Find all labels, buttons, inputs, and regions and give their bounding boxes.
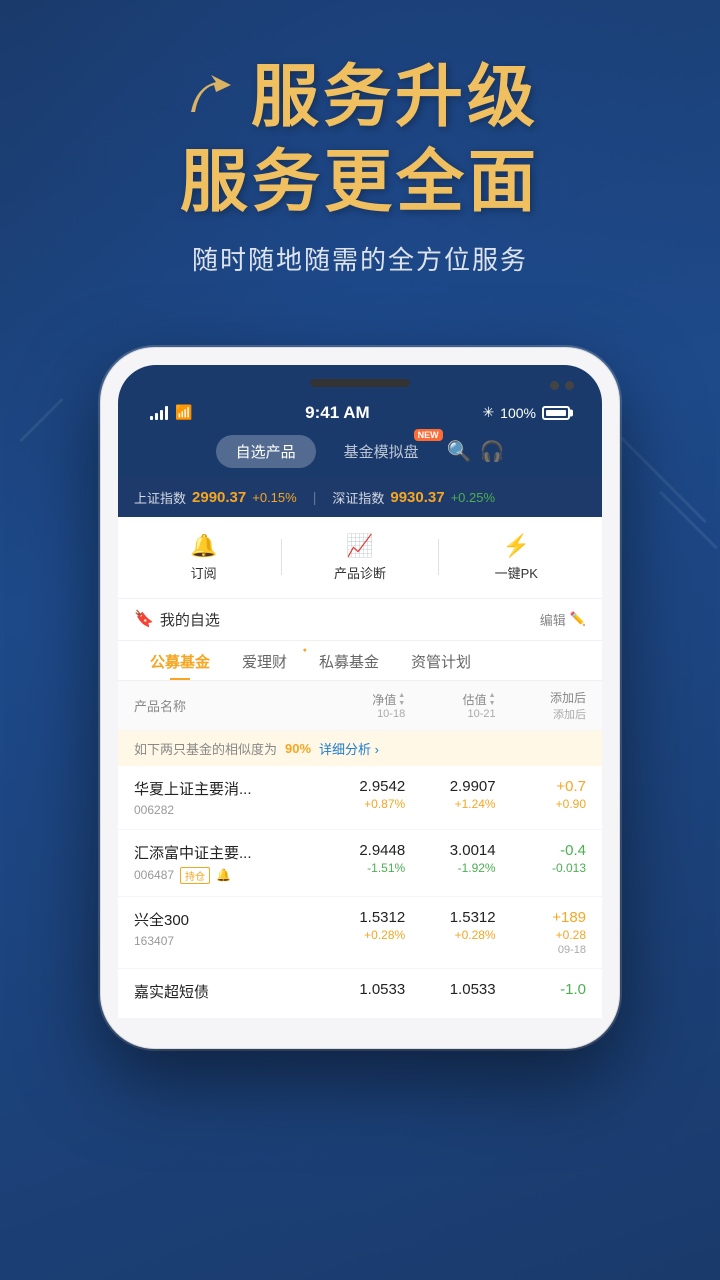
shenzhen-change: +0.25% — [451, 490, 495, 505]
col-nav-header[interactable]: 净值 ▲▼ 10-18 — [315, 691, 405, 720]
status-right: ✳ 100% — [482, 404, 570, 421]
hero-section: 服务升级 服务更全面 随时随地随需的全方位服务 — [0, 0, 720, 347]
col-est-header[interactable]: 估值 ▲▼ 10-21 — [405, 691, 495, 720]
app-tab-bar: 自选产品 基金模拟盘 NEW 🔍 🎧 — [138, 427, 582, 478]
action-divider-1 — [281, 539, 282, 575]
fund-code-2: 006487 — [134, 868, 174, 882]
hero-line1: 服务升级 — [251, 60, 539, 135]
fund-code-1: 006282 — [134, 803, 174, 817]
search-icon[interactable]: 🔍 — [447, 439, 472, 464]
battery-icon — [542, 406, 570, 420]
wifi-icon: 📶 — [175, 404, 192, 421]
pk-label: 一键PK — [495, 563, 538, 582]
signal-bars-icon — [150, 406, 168, 420]
table-header-row: 产品名称 净值 ▲▼ 10-18 估值 ▲▼ 1 — [118, 681, 602, 731]
market-ticker: 上证指数 2990.37 +0.15% | 深证指数 9930.37 +0.25… — [118, 478, 602, 517]
phone-notch: 📶 9:41 AM ✳ 100% 自选产品 基金模拟盘 — [118, 365, 602, 478]
watchlist-title-text: 我的自选 — [160, 609, 220, 630]
phone-mockup: 📶 9:41 AM ✳ 100% 自选产品 基金模拟盘 — [0, 347, 720, 1049]
shenzhen-index: 深证指数 9930.37 +0.25% — [332, 488, 495, 507]
fund-badge-2: 持仓 — [180, 867, 210, 884]
headset-icon[interactable]: 🎧 — [480, 439, 505, 464]
fund-bell-icon-2: 🔔 — [216, 868, 231, 882]
watchlist-title: 🔖 我的自选 — [134, 609, 220, 630]
subscribe-action[interactable]: 🔔 订阅 — [134, 529, 273, 586]
fund-add-2: -0.4 -0.013 — [496, 842, 586, 875]
diagnosis-action[interactable]: 📈 产品诊断 — [290, 529, 429, 586]
tab-wealth-mgmt[interactable]: 爱理财 — [226, 641, 303, 680]
app-content: 上证指数 2990.37 +0.15% | 深证指数 9930.37 +0.25… — [118, 478, 602, 1019]
quick-actions-row: 🔔 订阅 📈 产品诊断 ⚡ 一键PK — [118, 517, 602, 599]
ticker-divider: | — [313, 489, 317, 505]
upgrade-arrow-icon — [181, 67, 241, 127]
tab-watchlist[interactable]: 自选产品 — [216, 435, 316, 468]
shenzhen-label: 深证指数 — [332, 488, 384, 507]
shanghai-change: +0.15% — [252, 490, 296, 505]
diagnosis-icon: 📈 — [346, 533, 373, 559]
hero-subtitle: 随时随地随需的全方位服务 — [40, 240, 680, 277]
fund-est-3: 1.5312 +0.28% — [405, 909, 495, 942]
fund-code-3: 163407 — [134, 934, 174, 948]
shanghai-index: 上证指数 2990.37 +0.15% — [134, 488, 297, 507]
status-bar: 📶 9:41 AM ✳ 100% — [138, 399, 582, 427]
tab-private-fund[interactable]: 私募基金 — [303, 641, 395, 680]
fund-add-3: +189 +0.28 09-18 — [496, 909, 586, 956]
fund-nav-2: 2.9448 -1.51% — [315, 842, 405, 875]
subscribe-label: 订阅 — [191, 563, 217, 582]
status-left: 📶 — [150, 404, 192, 421]
battery-percent: 100% — [500, 405, 536, 421]
fund-name-2: 汇添富中证主要... — [134, 842, 315, 863]
similarity-pct: 90% — [285, 741, 311, 756]
col-product-name: 产品名称 — [134, 696, 315, 715]
tab-fund-sim[interactable]: 基金模拟盘 NEW — [324, 435, 439, 468]
edit-label: 编辑 — [540, 610, 566, 629]
tab-asset-mgmt[interactable]: 资管计划 — [395, 641, 487, 680]
pk-action[interactable]: ⚡ 一键PK — [447, 529, 586, 586]
fund-row-4[interactable]: 嘉实超短债 1.0533 1.0533 — [118, 969, 602, 1019]
shanghai-label: 上证指数 — [134, 488, 186, 507]
fund-est-4: 1.0533 — [405, 981, 495, 1000]
edit-button[interactable]: 编辑 ✏️ — [540, 610, 586, 629]
phone-speaker — [310, 379, 410, 387]
watchlist-header: 🔖 我的自选 编辑 ✏️ — [118, 599, 602, 641]
bookmark-icon: 🔖 — [134, 609, 154, 629]
diagnosis-label: 产品诊断 — [334, 563, 386, 582]
col-add-header: 添加后 添加后 — [496, 689, 586, 722]
bluetooth-icon: ✳ — [482, 404, 494, 421]
fund-category-tabs: 公募基金 爱理财 私募基金 资管计划 — [118, 641, 602, 681]
fund-est-2: 3.0014 -1.92% — [405, 842, 495, 875]
fund-est-1: 2.9907 +1.24% — [405, 778, 495, 811]
fund-nav-3: 1.5312 +0.28% — [315, 909, 405, 942]
fund-name-3: 兴全300 — [134, 909, 315, 930]
fund-name-1: 华夏上证主要消... — [134, 778, 315, 799]
fund-row-3[interactable]: 兴全300 163407 1.5312 +0.28% 1.5312 +0.28% — [118, 897, 602, 969]
hero-title-row: 服务升级 — [40, 60, 680, 135]
phone-dots — [550, 381, 574, 390]
subscribe-icon: 🔔 — [190, 533, 217, 559]
similarity-link[interactable]: 详细分析 › — [319, 739, 379, 758]
fund-row-2[interactable]: 汇添富中证主要... 006487 持仓 🔔 2.9448 -1.51% — [118, 830, 602, 897]
shenzhen-value: 9930.37 — [390, 489, 444, 506]
shanghai-value: 2990.37 — [192, 489, 246, 506]
pk-icon: ⚡ — [503, 533, 530, 559]
fund-name-4: 嘉实超短债 — [134, 981, 315, 1002]
action-divider-2 — [438, 539, 439, 575]
fund-nav-1: 2.9542 +0.87% — [315, 778, 405, 811]
phone-frame: 📶 9:41 AM ✳ 100% 自选产品 基金模拟盘 — [100, 347, 620, 1049]
similarity-text: 如下两只基金的相似度为 — [134, 739, 277, 758]
tab-public-fund[interactable]: 公募基金 — [134, 641, 226, 680]
hero-line2: 服务更全面 — [40, 145, 680, 220]
fund-row-1[interactable]: 华夏上证主要消... 006282 2.9542 +0.87% 2.9907 +… — [118, 766, 602, 830]
similarity-warning: 如下两只基金的相似度为 90% 详细分析 › — [118, 731, 602, 766]
fund-nav-4: 1.0533 — [315, 981, 405, 1000]
edit-icon: ✏️ — [570, 611, 586, 627]
fund-add-1: +0.7 +0.90 — [496, 778, 586, 811]
new-badge: NEW — [414, 429, 443, 441]
status-time: 9:41 AM — [305, 403, 370, 423]
fund-add-4: -1.0 — [496, 981, 586, 998]
